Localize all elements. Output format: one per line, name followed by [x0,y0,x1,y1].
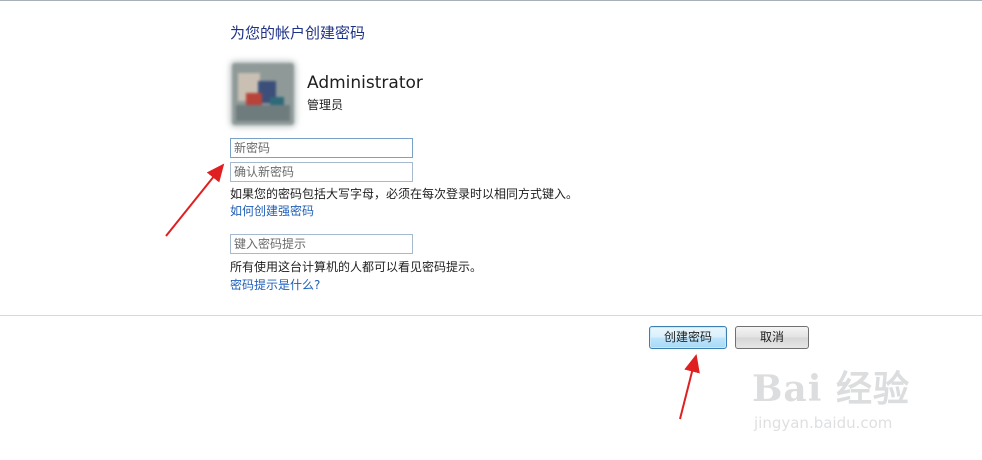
confirm-password-input[interactable] [230,162,413,182]
password-hint-help-link[interactable]: 密码提示是什么? [230,276,320,293]
create-password-button[interactable]: 创建密码 [649,326,727,349]
cancel-button[interactable]: 取消 [735,326,809,349]
page-title: 为您的帐户创建密码 [230,24,366,42]
watermark-url: jingyan.baidu.com [754,414,893,432]
account-role: 管理员 [307,98,344,112]
annotation-arrow-fields [165,163,225,237]
top-border [0,0,982,1]
password-hint-input[interactable] [230,234,413,254]
baidu-watermark: Bai 经验 jingyan.baidu.com [752,356,932,446]
case-sensitivity-notice: 如果您的密码包括大写字母，必须在每次登录时以相同方式键入。 [230,187,579,201]
watermark-brand: Bai 经验 [752,368,910,410]
hint-visibility-notice: 所有使用这台计算机的人都可以看见密码提示。 [230,260,483,274]
strong-password-link[interactable]: 如何创建强密码 [230,202,314,219]
new-password-input[interactable] [230,138,413,158]
user-avatar [232,63,294,125]
footer-divider [0,315,982,316]
account-name: Administrator [307,73,423,93]
annotation-arrow-button [679,354,700,420]
